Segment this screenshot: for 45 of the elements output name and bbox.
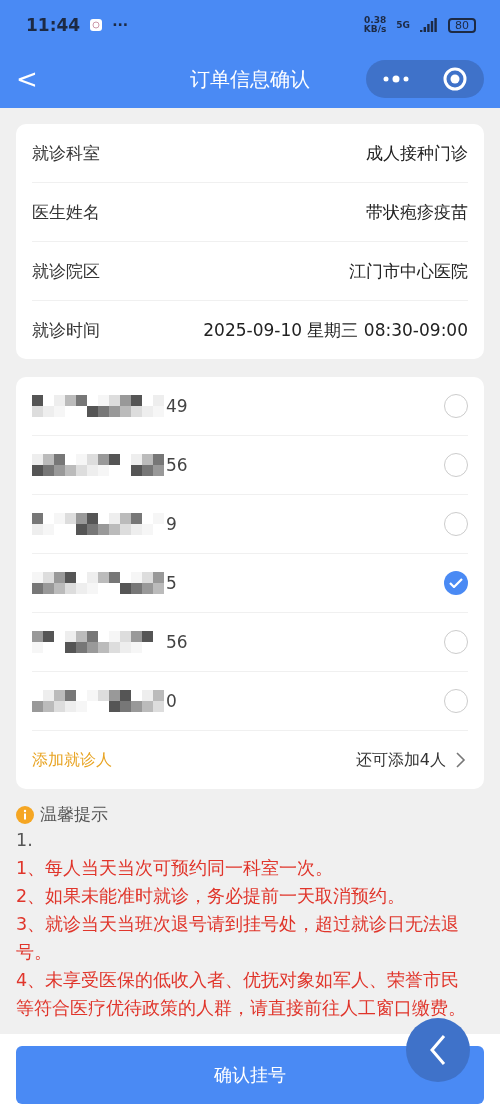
info-label: 医生姓名 <box>32 200 100 224</box>
more-notifications: ··· <box>112 17 129 33</box>
remaining-count: 还可添加4人 <box>355 749 446 771</box>
close-target-icon[interactable] <box>443 67 467 91</box>
tip-text: 2、如果未能准时就诊，务必提前一天取消预约。 <box>16 885 407 908</box>
patient-id-fragment: 49 <box>166 396 188 416</box>
tip-text: 3、就诊当天当班次退号请到挂号处，超过就诊日无法退号。 <box>16 913 461 964</box>
tips-title: 温馨提示 <box>40 803 108 826</box>
confirm-button[interactable]: 确认挂号 <box>16 1046 484 1104</box>
info-value: 江门市中心医院 <box>349 259 468 283</box>
patient-radio[interactable] <box>444 453 468 477</box>
info-label: 就诊时间 <box>32 318 100 342</box>
patient-id-fragment: 56 <box>166 632 188 652</box>
patient-id-fragment: 0 <box>166 691 177 711</box>
info-label: 就诊科室 <box>32 141 100 165</box>
info-value: 成人接种门诊 <box>366 141 468 165</box>
tip-text: 1. <box>16 829 34 852</box>
patient-radio[interactable] <box>444 394 468 418</box>
info-icon <box>16 805 34 824</box>
patient-radio[interactable] <box>444 571 468 595</box>
patient-radio[interactable] <box>444 630 468 654</box>
speed-value: 0.38 <box>364 16 387 25</box>
speed-unit: KB/s <box>363 25 387 34</box>
patient-id-fragment: 5 <box>166 573 177 593</box>
tip-text: 1、每人当天当次可预约同一科室一次。 <box>16 857 335 880</box>
info-label: 就诊院区 <box>32 259 100 283</box>
back-button[interactable]: < <box>16 64 38 94</box>
patient-radio[interactable] <box>444 689 468 713</box>
patient-id-fragment: 56 <box>166 455 188 475</box>
check-icon <box>449 578 463 588</box>
info-value: 2025-09-10 星期三 08:30-09:00 <box>203 318 468 342</box>
more-icon[interactable] <box>383 75 409 83</box>
signal-icon <box>420 18 438 32</box>
status-time: 11:44 <box>26 15 81 35</box>
battery-indicator: 80 <box>448 17 476 33</box>
patient-radio[interactable] <box>444 512 468 536</box>
app-notification-icon <box>90 19 103 31</box>
chevron-right-icon[interactable] <box>454 752 468 768</box>
chevron-left-icon <box>428 1034 448 1066</box>
network-type: 5G <box>396 20 410 30</box>
info-value: 带状疱疹疫苗 <box>366 200 468 224</box>
page-title: 订单信息确认 <box>189 65 311 93</box>
patient-id-fragment: 9 <box>166 514 177 534</box>
tip-text: 4、未享受医保的低收入者、优抚对象如军人、荣誉市民等符合医疗优待政策的人群，请直接前往人工窗口缴费。 <box>16 969 467 1020</box>
add-patient-link[interactable]: 添加就诊人 <box>32 749 112 771</box>
